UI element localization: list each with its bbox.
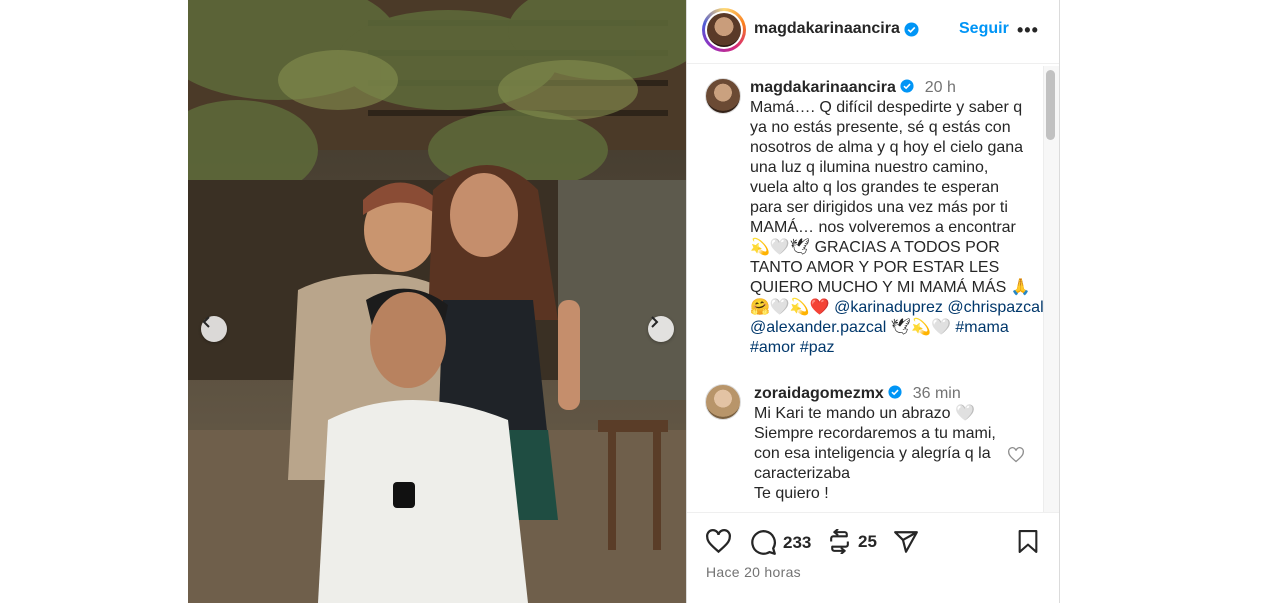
post-timestamp: Hace 20 horas <box>706 564 801 580</box>
post-details-panel: magdakarinaancira Seguir ••• magdakarina… <box>686 0 1060 603</box>
comment-line: Mi Kari te mando un abrazo 🤍 <box>754 405 975 422</box>
comment-button[interactable]: 233 <box>750 529 811 556</box>
caption-line: MAMÁ… nos volveremos a encontrar <box>750 219 1016 236</box>
caption-emojis: 🕊💫🤍 <box>890 319 951 336</box>
more-options-button[interactable]: ••• <box>1017 20 1039 41</box>
caption-body: magdakarinaancira 20 h Mamá…. Q difícil … <box>750 78 1043 358</box>
hashtag-link[interactable]: #mama <box>955 319 1008 336</box>
save-button[interactable] <box>1017 529 1039 554</box>
author-username[interactable]: magdakarinaancira <box>754 20 919 38</box>
caption-line: una luz q ilumina nuestro camino, <box>750 159 989 176</box>
verified-badge-icon <box>888 385 902 399</box>
caption-avatar[interactable] <box>705 78 741 114</box>
mention-link[interactable]: @chrispazcal <box>947 299 1043 316</box>
repost-button[interactable]: 25 <box>827 529 877 554</box>
commenter-avatar[interactable] <box>705 384 741 420</box>
hashtag-link[interactable]: #amor <box>750 339 795 356</box>
caption-line: nosotros de alma y q hoy el cielo gana <box>750 139 1024 156</box>
bookmark-icon <box>1018 530 1038 553</box>
reposts-count: 25 <box>858 531 877 551</box>
post-actions-bar: 233 25 Hace 20 horas <box>687 512 1059 603</box>
repost-icon <box>830 529 849 554</box>
caption-line: QUIERO MUCHO Y MI MAMÁ MÁS 🙏 <box>750 279 1031 296</box>
share-button[interactable] <box>893 529 919 555</box>
heart-icon <box>706 529 731 554</box>
comments-list: magdakarinaancira 20 h Mamá…. Q difícil … <box>687 64 1043 512</box>
next-photo-button[interactable] <box>648 316 674 342</box>
send-icon <box>894 531 918 553</box>
verified-badge-icon <box>900 79 914 93</box>
author-avatar[interactable] <box>702 8 746 52</box>
author-username-text[interactable]: magdakarinaancira <box>754 20 900 38</box>
caption-line: Mamá…. Q difícil despedirte y saber q <box>750 99 1023 116</box>
post-photo <box>188 0 686 603</box>
previous-photo-button[interactable] <box>201 316 227 342</box>
caption-line: ya no estás presente, sé q estás con <box>750 119 1011 136</box>
like-button[interactable] <box>705 529 732 554</box>
commenter-username[interactable]: zoraidagomezmx <box>754 385 884 402</box>
like-comment-heart-icon[interactable] <box>1007 447 1025 463</box>
comment-line: caracterizaba <box>754 465 851 482</box>
comment-bubble-icon <box>751 530 776 555</box>
photo-illustration <box>188 0 686 603</box>
comment-line: Siempre recordaremos a tu mami, <box>754 425 996 442</box>
mention-link[interactable]: @alexander.pazcal <box>750 319 886 336</box>
caption-line: vuela alto q los grandes te esperan <box>750 179 1000 196</box>
post-header: magdakarinaancira Seguir ••• <box>687 0 1059 64</box>
caption-line: TANTO AMOR Y POR ESTAR LES <box>750 259 1000 276</box>
comment-body: zoraidagomezmx 36 min Mi Kari te mando u… <box>754 384 996 504</box>
comment-line: Te quiero ! <box>754 485 829 502</box>
mention-link[interactable]: @karinaduprez <box>834 299 943 316</box>
caption-line: 💫🤍🕊 GRACIAS A TODOS POR <box>750 239 1000 256</box>
caption-time: 20 h <box>924 79 956 96</box>
comment-time: 36 min <box>912 385 961 402</box>
caption-emojis: 🤗🤍💫❤️ <box>750 299 830 316</box>
chevron-right-icon <box>651 316 659 328</box>
comment-line: con esa inteligencia y alegría q la <box>754 445 991 462</box>
comments-scrollbar-thumb[interactable] <box>1046 70 1055 140</box>
comments-count: 233 <box>783 532 812 552</box>
verified-badge-icon <box>904 21 919 37</box>
follow-button[interactable]: Seguir <box>959 20 1009 38</box>
chevron-left-icon <box>202 316 210 328</box>
caption-username[interactable]: magdakarinaancira <box>750 79 896 96</box>
caption-line: para ser dirigidos una vez más por ti <box>750 199 1008 216</box>
hashtag-link[interactable]: #paz <box>800 339 835 356</box>
